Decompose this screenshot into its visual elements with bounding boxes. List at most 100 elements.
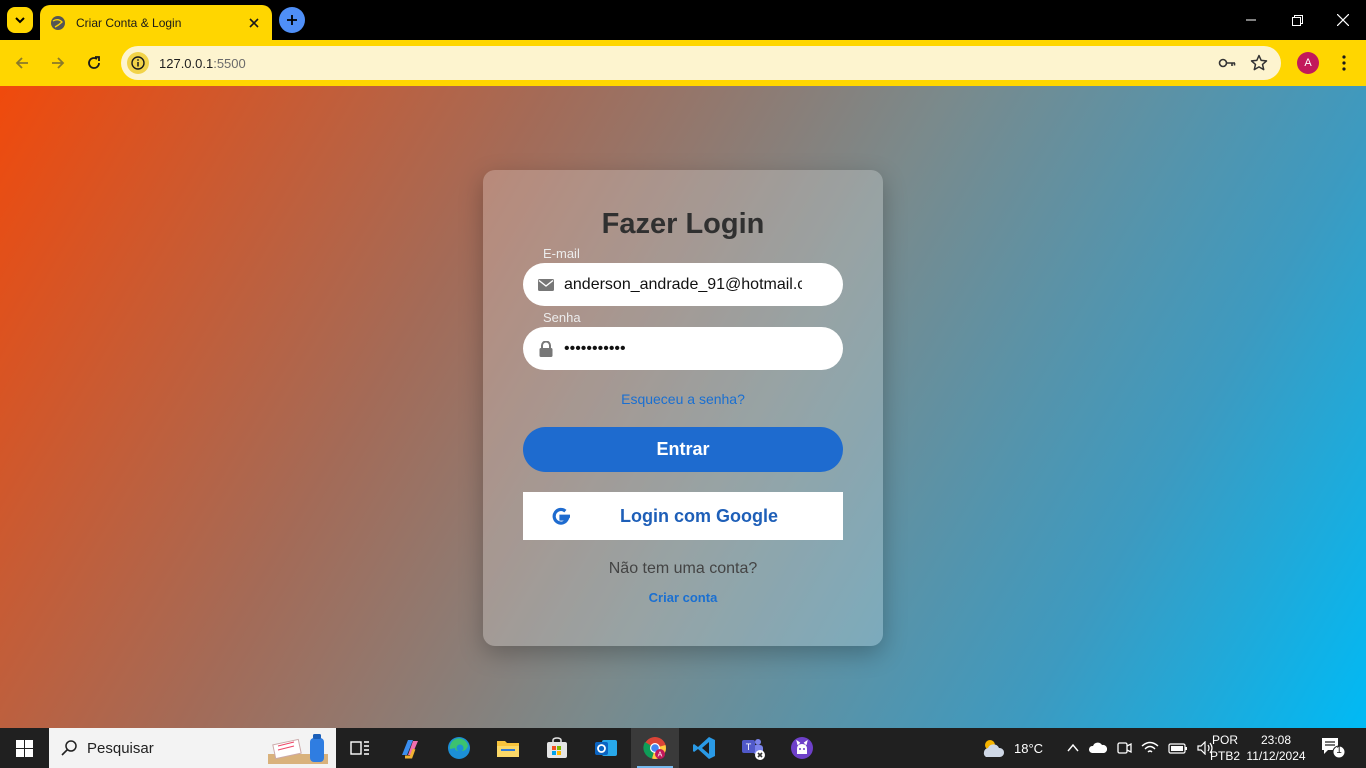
meet-camera-icon[interactable]: [1116, 740, 1132, 756]
bookmark-button[interactable]: [1249, 53, 1269, 73]
battery-icon[interactable]: [1168, 741, 1188, 755]
email-input[interactable]: [564, 275, 802, 294]
envelope-icon: [538, 277, 554, 293]
language-code: POR: [1211, 733, 1238, 747]
teams-icon: T: [742, 739, 765, 760]
clock-time: 23:08: [1260, 733, 1292, 747]
arrow-right-icon: [52, 57, 65, 69]
restore-icon: [1291, 14, 1303, 26]
enter-button[interactable]: Entrar: [523, 427, 843, 472]
more-vertical-icon: [1342, 55, 1346, 71]
close-icon: [1337, 14, 1349, 26]
taskbar-edge[interactable]: [435, 728, 483, 768]
task-view-icon: [350, 741, 369, 755]
input-language-indicator[interactable]: POR PTB2: [1209, 732, 1241, 764]
reload-button[interactable]: [78, 47, 110, 79]
taskbar-search[interactable]: Pesquisar: [49, 728, 336, 768]
password-input[interactable]: [564, 339, 802, 358]
plus-icon: [287, 15, 297, 25]
copilot-icon: [402, 740, 418, 759]
search-placeholder: Pesquisar: [87, 739, 154, 757]
url-text: 127.0.0.1:5500: [159, 56, 246, 71]
browser-tab-active[interactable]: Criar Conta & Login: [40, 5, 272, 40]
taskbar-file-explorer[interactable]: [484, 728, 532, 768]
password-label: Senha: [543, 310, 581, 325]
clock-date: 11/12/2024: [1246, 749, 1306, 763]
taskbar-github-desktop[interactable]: [778, 728, 826, 768]
arrow-left-icon: [15, 57, 28, 69]
taskbar: Pesquisar A T 18°C POR PTB2 23:08 11/12/…: [0, 728, 1366, 768]
svg-text:A: A: [658, 752, 663, 759]
tab-close-button[interactable]: [246, 15, 262, 31]
url-host: 127.0.0.1: [159, 55, 214, 71]
taskbar-store[interactable]: [533, 728, 581, 768]
wifi-icon[interactable]: [1141, 741, 1159, 755]
notification-count: 1: [1336, 745, 1342, 756]
browser-toolbar: 127.0.0.1:5500 A: [0, 40, 1366, 86]
search-highlight-illustration-icon: [268, 734, 328, 764]
edge-icon: [448, 737, 470, 759]
svg-text:T: T: [746, 742, 752, 752]
search-icon: [59, 738, 79, 758]
forward-button[interactable]: [42, 47, 74, 79]
taskbar-outlook[interactable]: [582, 728, 630, 768]
start-button[interactable]: [0, 728, 48, 768]
create-account-link[interactable]: Criar conta: [483, 590, 883, 605]
keyboard-layout: PTB2: [1209, 749, 1240, 763]
address-bar[interactable]: 127.0.0.1:5500: [121, 46, 1281, 80]
forgot-password-link[interactable]: Esqueceu a senha?: [483, 391, 883, 407]
google-login-label: Login com Google: [620, 505, 778, 526]
lock-icon: [538, 340, 554, 357]
google-login-button[interactable]: Login com Google: [523, 492, 843, 540]
window-controls: [1228, 0, 1366, 40]
chrome-icon: A: [643, 737, 666, 759]
tab-search-button[interactable]: [7, 7, 33, 33]
taskbar-vscode[interactable]: [680, 728, 728, 768]
chevron-down-icon: [15, 17, 25, 24]
task-view-button[interactable]: [336, 728, 384, 768]
windows-logo-icon: [15, 739, 33, 757]
vscode-icon: [693, 737, 715, 759]
new-tab-button[interactable]: [279, 7, 305, 33]
password-key-button[interactable]: [1217, 53, 1237, 73]
chevron-up-icon[interactable]: [1066, 741, 1080, 755]
taskbar-chrome[interactable]: A: [631, 728, 679, 768]
github-icon: [791, 737, 813, 759]
minimize-icon: [1246, 19, 1256, 21]
site-info-icon[interactable]: [127, 52, 149, 74]
onedrive-cloud-icon[interactable]: [1089, 741, 1107, 755]
globe-icon: [51, 15, 65, 30]
taskbar-teams[interactable]: T: [729, 728, 777, 768]
no-account-text: Não tem uma conta?: [608, 560, 758, 577]
store-icon: [547, 737, 567, 758]
notification-center-button[interactable]: 1: [1320, 736, 1346, 760]
clock[interactable]: 23:08 11/12/2024: [1246, 732, 1306, 764]
folder-icon: [497, 741, 519, 757]
browser-menu-button[interactable]: [1332, 49, 1356, 77]
page-background: Fazer Login E-mail Senha Esqueceu a senh…: [0, 86, 1366, 728]
profile-avatar[interactable]: A: [1297, 52, 1319, 74]
password-field[interactable]: [523, 327, 843, 370]
url-port: :5500: [213, 55, 246, 71]
reload-icon: [88, 56, 100, 69]
close-icon: [249, 17, 259, 28]
restore-button[interactable]: [1274, 0, 1320, 40]
close-window-button[interactable]: [1320, 0, 1366, 40]
login-title: Fazer Login: [601, 208, 765, 240]
minimize-button[interactable]: [1228, 0, 1274, 40]
login-card: Fazer Login E-mail Senha Esqueceu a senh…: [483, 170, 883, 646]
weather-temperature: 18°C: [1014, 740, 1044, 756]
outlook-icon: [595, 740, 617, 756]
address-bar-actions: [1217, 53, 1269, 73]
key-icon: [1218, 58, 1236, 68]
back-button[interactable]: [6, 47, 38, 79]
system-tray: [1066, 728, 1215, 768]
info-icon: [131, 56, 145, 70]
weather-widget[interactable]: 18°C: [980, 728, 1043, 768]
email-label: E-mail: [543, 246, 580, 261]
tab-title: Criar Conta & Login: [76, 15, 182, 30]
weather-cloud-icon: [983, 740, 1005, 757]
taskbar-copilot[interactable]: [386, 728, 434, 768]
email-field[interactable]: [523, 263, 843, 306]
browser-tabstrip: Criar Conta & Login: [0, 0, 1366, 40]
